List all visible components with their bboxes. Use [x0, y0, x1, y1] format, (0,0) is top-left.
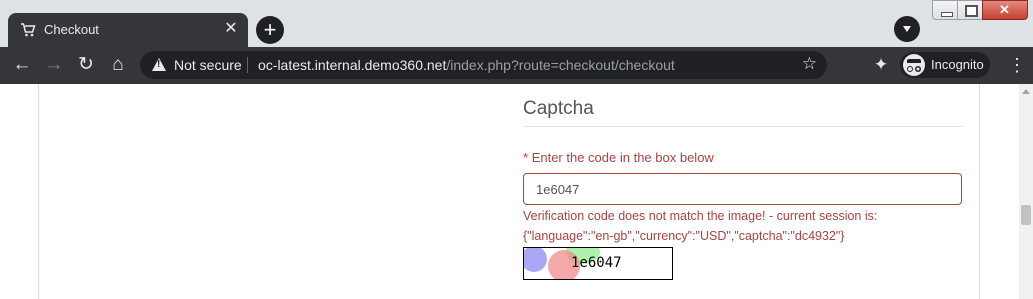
section-divider: [523, 126, 963, 127]
captcha-image-text: 1e6047: [571, 255, 622, 271]
captcha-input[interactable]: [523, 173, 962, 205]
page-viewport: Captcha * Enter the code in the box belo…: [0, 84, 1019, 299]
captcha-noise-blue: [524, 248, 547, 272]
container-border-left: [38, 84, 39, 299]
captcha-label-text: Enter the code in the box below: [531, 150, 714, 165]
tab-close-icon[interactable]: ✕: [222, 20, 240, 38]
url-path: /index.php?route=checkout/checkout: [446, 57, 675, 73]
browser-toolbar: ← → ↻ ⌂ Not secure oc-latest.internal.de…: [0, 47, 1033, 84]
browser-tab-checkout[interactable]: Checkout ✕: [8, 13, 248, 47]
bookmark-star-icon[interactable]: ☆: [802, 54, 817, 74]
extensions-icon[interactable]: ✦: [870, 54, 892, 76]
scroll-up-arrow-icon[interactable]: [1022, 89, 1030, 94]
url-text[interactable]: oc-latest.internal.demo360.net/index.php…: [258, 57, 675, 73]
omnibox-divider: [247, 57, 248, 73]
captcha-field-label: * Enter the code in the box below: [523, 150, 714, 165]
security-label[interactable]: Not secure: [174, 57, 242, 73]
window-maximize-button[interactable]: [957, 0, 983, 20]
incognito-icon: [903, 54, 925, 76]
browser-menu-icon[interactable]: ⋮: [1008, 54, 1026, 76]
incognito-profile-button[interactable]: Incognito: [900, 52, 990, 78]
reload-button[interactable]: ↻: [74, 53, 98, 77]
scrollbar-thumb[interactable]: [1021, 205, 1031, 225]
captcha-section-title: Captcha: [523, 98, 594, 119]
tab-strip: Checkout ✕ +: [0, 0, 1033, 47]
tab-title: Checkout: [44, 22, 99, 37]
window-minimize-button[interactable]: [932, 0, 958, 20]
captcha-error-session: {"language":"en-gb","currency":"USD","ca…: [523, 229, 845, 243]
warning-icon[interactable]: [152, 58, 166, 71]
captcha-image: 1e6047: [523, 247, 673, 280]
shopping-cart-icon: [21, 23, 36, 37]
home-button[interactable]: ⌂: [106, 53, 130, 77]
required-marker: *: [523, 150, 529, 165]
page-scrollbar[interactable]: [1019, 84, 1033, 299]
back-button[interactable]: ←: [10, 53, 34, 77]
window-close-button[interactable]: [982, 0, 1028, 20]
address-bar[interactable]: Not secure oc-latest.internal.demo360.ne…: [140, 51, 827, 79]
captcha-error-message: Verification code does not match the ima…: [523, 209, 878, 223]
forward-button[interactable]: →: [42, 53, 66, 77]
url-host: oc-latest.internal.demo360.net: [258, 57, 447, 73]
new-tab-button[interactable]: +: [256, 16, 284, 44]
incognito-label: Incognito: [931, 57, 984, 72]
tab-search-button[interactable]: [894, 16, 920, 42]
container-border-right: [979, 84, 980, 299]
